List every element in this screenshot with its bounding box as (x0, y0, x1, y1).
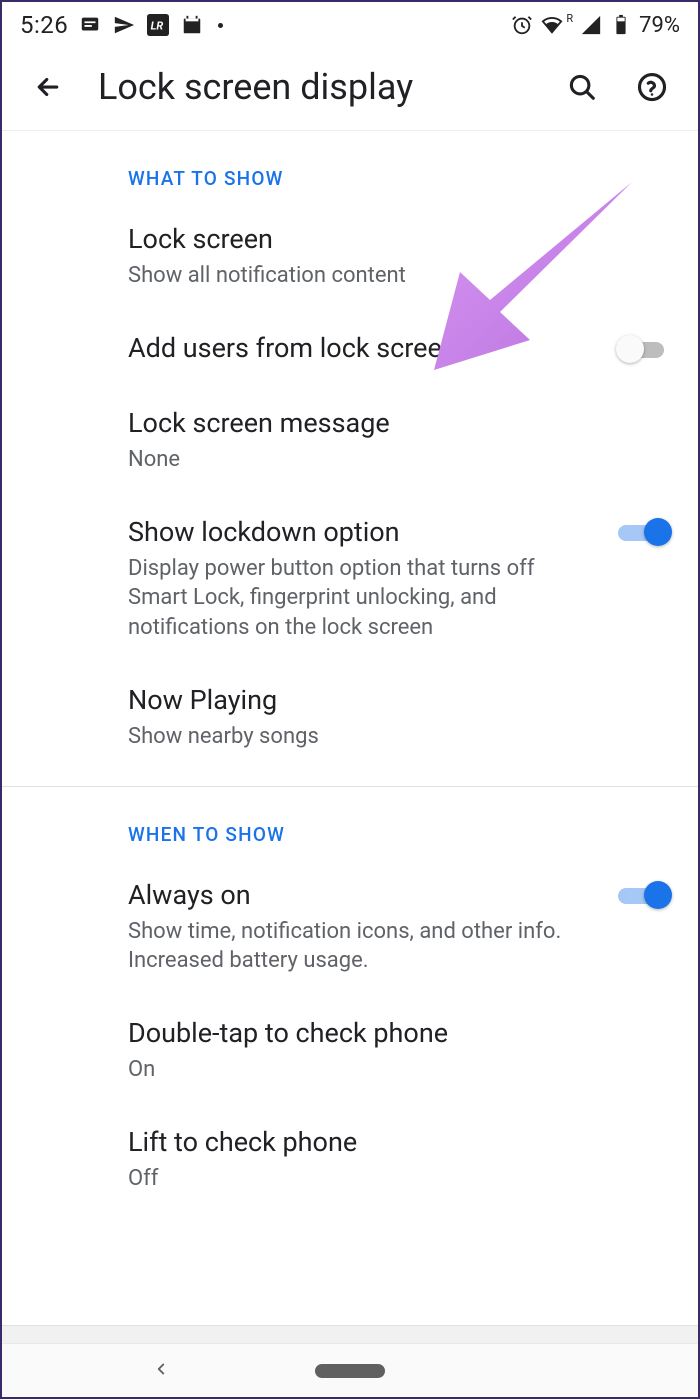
status-bar: 5:26 LR R (2, 2, 698, 44)
page-title: Lock screen display (98, 66, 532, 108)
bottom-gap (2, 1325, 698, 1343)
row-subtitle: Show all notification content (128, 261, 648, 291)
row-subtitle: Display power button option that turns o… (128, 554, 596, 643)
status-right: R 79% (510, 13, 680, 38)
row-lock-screen[interactable]: Lock screen Show all notification conten… (2, 202, 698, 311)
send-icon (112, 13, 136, 37)
row-title: Lift to check phone (128, 1125, 648, 1160)
row-title: Lock screen (128, 222, 648, 257)
status-time: 5:26 (20, 11, 68, 39)
section-header: WHAT TO SHOW (2, 131, 698, 202)
row-always-on[interactable]: Always on Show time, notification icons,… (2, 858, 698, 996)
section-when-to-show: WHEN TO SHOW Always on Show time, notifi… (2, 787, 698, 1214)
row-title: Now Playing (128, 683, 648, 718)
toggle-always-on[interactable] (616, 880, 668, 910)
signal-icon (579, 13, 603, 37)
row-subtitle: Off (128, 1164, 648, 1194)
roaming-indicator: R (566, 12, 573, 25)
svg-text:LR: LR (151, 20, 164, 33)
nav-home-pill[interactable] (315, 1364, 385, 1378)
row-subtitle: None (128, 445, 648, 475)
row-title: Always on (128, 878, 596, 913)
settings-content: WHAT TO SHOW Lock screen Show all notifi… (2, 131, 698, 1214)
lr-app-icon: LR (146, 13, 170, 37)
more-notifications-dot (218, 23, 223, 28)
toggle-lockdown[interactable] (616, 517, 668, 547)
status-left: 5:26 LR (20, 11, 223, 39)
phone-frame: 5:26 LR R (0, 0, 700, 1399)
battery-icon (609, 13, 633, 37)
wifi-icon (540, 13, 564, 37)
row-title: Lock screen message (128, 406, 648, 441)
alarm-icon (510, 13, 534, 37)
row-double-tap[interactable]: Double-tap to check phone On (2, 996, 698, 1105)
app-bar: Lock screen display (2, 44, 698, 130)
row-add-users[interactable]: Add users from lock screen (2, 311, 698, 386)
chat-icon (78, 13, 102, 37)
nav-back-button[interactable] (152, 1360, 170, 1382)
toggle-add-users[interactable] (616, 334, 668, 364)
section-header: WHEN TO SHOW (2, 787, 698, 858)
battery-percent: 79% (639, 13, 680, 38)
row-title: Add users from lock screen (128, 331, 596, 366)
row-now-playing[interactable]: Now Playing Show nearby songs (2, 663, 698, 786)
section-what-to-show: WHAT TO SHOW Lock screen Show all notifi… (2, 131, 698, 786)
row-subtitle: On (128, 1055, 648, 1085)
row-subtitle: Show nearby songs (128, 722, 648, 752)
calendar-icon (180, 13, 204, 37)
help-button[interactable] (632, 67, 672, 107)
row-title: Show lockdown option (128, 515, 596, 550)
row-lift[interactable]: Lift to check phone Off (2, 1105, 698, 1214)
row-subtitle: Show time, notification icons, and other… (128, 917, 596, 976)
row-title: Double-tap to check phone (128, 1016, 648, 1051)
search-button[interactable] (562, 67, 602, 107)
system-nav-bar (2, 1343, 698, 1397)
back-button[interactable] (28, 67, 68, 107)
row-lock-screen-message[interactable]: Lock screen message None (2, 386, 698, 495)
row-show-lockdown[interactable]: Show lockdown option Display power butto… (2, 495, 698, 663)
